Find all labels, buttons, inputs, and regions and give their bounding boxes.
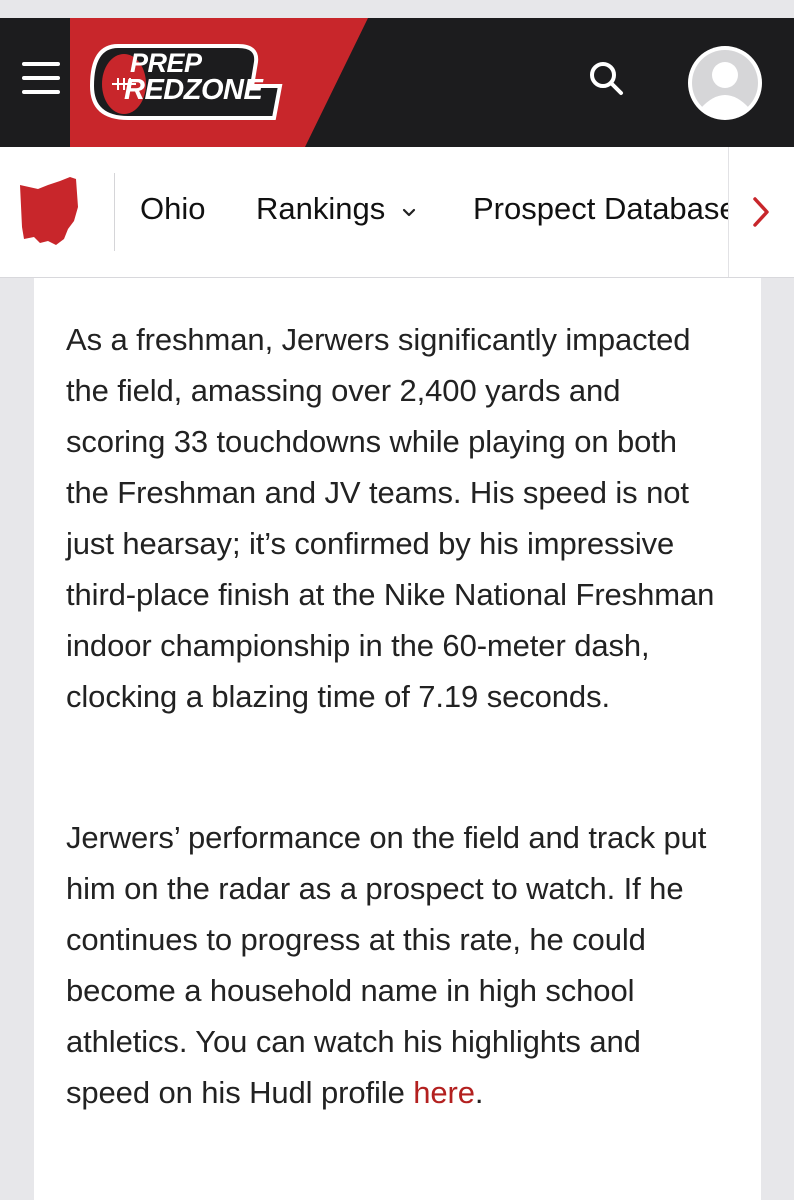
subnav-item-prospect-database[interactable]: Prospect Database xyxy=(473,191,733,227)
prep-redzone-logo[interactable]: PREP REDZONE xyxy=(88,40,284,124)
logo-redzone-text: REDZONE xyxy=(124,74,263,106)
top-header-bar: PREP REDZONE xyxy=(0,18,794,147)
sub-navigation: Ohio Rankings Prospect Database xyxy=(0,147,794,278)
hamburger-line xyxy=(22,62,60,66)
hamburger-line xyxy=(22,76,60,80)
ohio-state-icon[interactable] xyxy=(18,177,80,247)
article-paragraph-2-end: . xyxy=(474,1075,484,1110)
article-body: As a freshman, Jerwers significantly imp… xyxy=(34,278,761,1200)
subnav-item-ohio[interactable]: Ohio xyxy=(140,191,205,227)
search-icon xyxy=(590,62,623,95)
chevron-right-icon xyxy=(753,197,769,227)
subnav-scroll-right-button[interactable] xyxy=(728,147,794,277)
chevron-down-icon[interactable] xyxy=(401,207,417,219)
hamburger-line xyxy=(22,90,60,94)
menu-button[interactable] xyxy=(22,62,60,96)
article-paragraph-1: As a freshman, Jerwers significantly imp… xyxy=(66,322,715,714)
article-paragraph-2: Jerwers’ performance on the field and tr… xyxy=(66,812,726,1118)
user-avatar-button[interactable] xyxy=(688,46,762,120)
logo-prep-text: PREP xyxy=(130,48,202,78)
subnav-item-rankings[interactable]: Rankings xyxy=(256,191,385,227)
hudl-profile-link[interactable]: here xyxy=(413,1075,475,1110)
search-button[interactable] xyxy=(586,58,626,98)
subnav-divider xyxy=(114,173,115,251)
article-paragraph-2-text: Jerwers’ performance on the field and tr… xyxy=(66,820,707,1110)
user-avatar-icon xyxy=(692,50,758,118)
